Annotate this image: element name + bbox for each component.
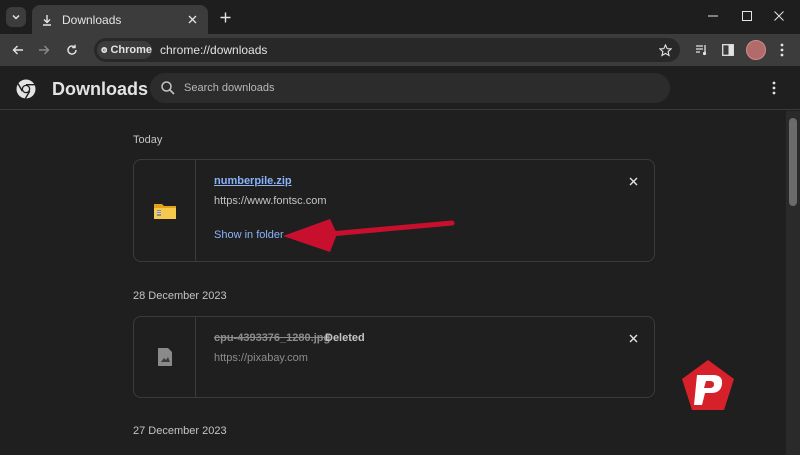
vertical-dots-icon [780,43,784,57]
arrow-right-icon [39,45,50,55]
search-icon [161,81,175,95]
deleted-file-name: cpu-4393376_1280.jpg [214,332,331,344]
bookmark-star-button[interactable] [656,41,674,59]
image-file-icon [157,348,172,366]
close-icon[interactable] [184,12,200,28]
page-title: Downloads [52,79,149,99]
profile-avatar[interactable] [746,40,766,60]
media-button[interactable] [692,40,712,60]
maximize-icon [742,11,752,21]
maximize-button[interactable] [732,6,762,26]
downloads-menu-button[interactable] [766,80,782,96]
close-icon [629,334,637,342]
minimize-button[interactable] [698,6,728,26]
downloads-list: Today numberpile.zip https://www.fontsc.… [0,111,786,455]
side-panel-icon [722,44,734,56]
download-icon [40,13,54,27]
chip-label: Chrome [110,44,152,56]
new-tab-button[interactable] [216,8,234,26]
reload-icon [67,44,77,55]
scrollbar-thumb[interactable] [789,118,797,206]
date-header: 28 December 2023 [133,290,227,302]
tab-search-button[interactable] [6,7,26,27]
download-item: numberpile.zip https://www.fontsc.com Sh… [133,159,655,262]
tab-strip: Downloads [0,0,800,34]
chrome-logo-icon [101,47,108,53]
vertical-dots-icon [772,81,776,95]
chevron-down-icon [12,14,20,20]
search-box[interactable] [150,73,670,103]
status-deleted: Deleted [325,332,365,344]
close-window-button[interactable] [764,6,794,26]
back-button[interactable] [8,40,28,60]
close-window-icon [774,11,784,21]
date-header: 27 December 2023 [133,425,227,437]
file-name-link[interactable]: numberpile.zip [214,175,292,187]
address-bar[interactable]: Chrome chrome://downloads [94,38,680,62]
chrome-menu-button[interactable] [772,40,792,60]
folder-icon [153,203,176,219]
reload-button[interactable] [62,40,82,60]
show-in-folder-link[interactable]: Show in folder [214,229,284,241]
browser-toolbar: Chrome chrome://downloads [0,34,800,66]
arrow-left-icon [12,45,23,55]
search-input[interactable] [184,79,644,97]
source-url[interactable]: https://pixabay.com [214,352,308,364]
close-icon [629,177,637,185]
chrome-logo-icon [16,79,36,99]
music-queue-icon [696,45,707,56]
active-tab[interactable]: Downloads [32,5,208,34]
file-icon-column [134,317,196,397]
remove-item-button[interactable] [626,174,640,188]
tab-title: Downloads [62,12,122,27]
side-panel-button[interactable] [718,40,738,60]
logo-badge-icon [682,360,734,410]
plus-icon [220,12,230,22]
star-icon [658,43,672,57]
file-icon-column [134,160,196,261]
remove-item-button[interactable] [626,331,640,345]
site-info-chip[interactable]: Chrome [97,41,152,59]
forward-button[interactable] [34,40,54,60]
download-item: cpu-4393376_1280.jpg Deleted https://pix… [133,316,655,398]
date-header: Today [133,134,163,146]
downloads-header: Downloads [0,66,800,110]
url-text[interactable]: chrome://downloads [160,43,267,57]
minimize-icon [708,15,718,17]
source-url[interactable]: https://www.fontsc.com [214,195,326,207]
